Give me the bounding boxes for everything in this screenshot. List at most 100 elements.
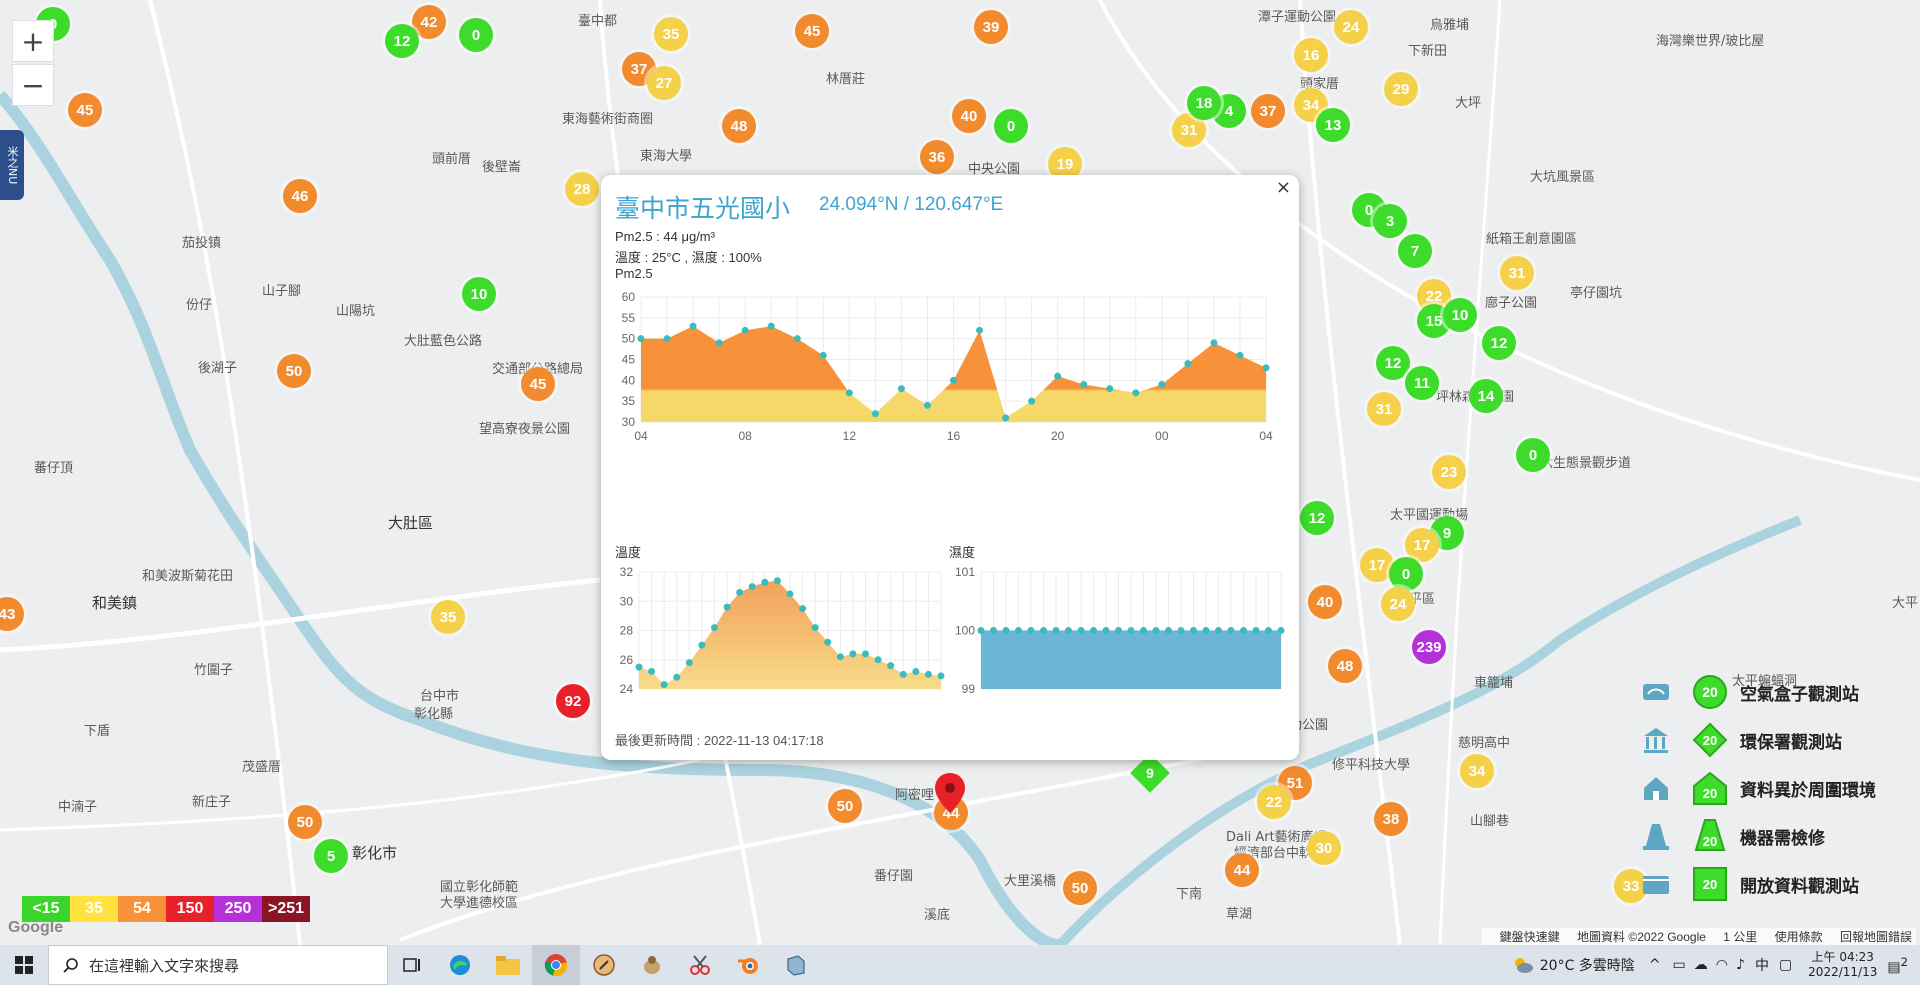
airbox-station-marker[interactable]: 31 [1500,256,1534,290]
3d-viewer-icon[interactable] [772,945,820,985]
airbox-station-marker[interactable]: 50 [288,805,322,839]
chrome-browser-icon[interactable] [532,945,580,985]
clock[interactable]: 上午 04:23 2022/11/13 [1808,950,1877,980]
airbox-station-marker[interactable]: 16 [1294,38,1328,72]
airbox-station-marker[interactable]: 28 [565,172,599,206]
scale-level: 250 [214,896,262,922]
volume-icon[interactable]: ♪ [1736,957,1745,973]
airbox-station-marker[interactable]: 50 [828,789,862,823]
airbox-station-marker[interactable]: 38 [1374,802,1408,836]
airbox-station-marker[interactable]: 14 [1469,379,1503,413]
keyboard-shortcuts-link[interactable]: 鍵盤快速鍵 [1500,930,1560,944]
airbox-station-marker[interactable]: 11 [1405,366,1439,400]
airbox-station-marker[interactable]: 3 [1373,204,1407,238]
legend-open-data[interactable]: 20 開放資料觀測站 [1640,864,1920,904]
airbox-station-marker[interactable]: 5 [314,839,348,873]
data-point [637,335,645,343]
start-button[interactable] [0,945,48,985]
data-point [635,663,643,671]
legend-label: 資料異於周圍環境 [1740,781,1876,801]
airbox-station-marker[interactable]: 45 [68,93,102,127]
airbox-station-marker[interactable]: 35 [431,600,465,634]
task-view-icon[interactable] [388,945,436,985]
airbox-station-marker[interactable]: 48 [722,109,756,143]
network-icon[interactable]: ☁ [1694,957,1708,973]
airbox-station-marker[interactable]: 29 [1384,72,1418,106]
place-label: 後湖子 [198,361,238,376]
airbox-station-marker[interactable]: 12 [1300,501,1334,535]
airbox-station-marker[interactable]: 0 [994,109,1028,143]
airbox-station-marker[interactable]: 13 [1316,108,1350,142]
weather-reading: 溫度 : 25°C , 濕度 : 100% [615,250,762,265]
airbox-station-marker[interactable]: 10 [462,277,496,311]
airbox-station-marker[interactable]: 24 [1381,587,1415,621]
airbox-station-marker[interactable]: 37 [1251,94,1285,128]
place-label: 後壁崙 [482,160,522,175]
airbox-station-marker[interactable]: 36 [920,140,954,174]
close-popup-button[interactable]: × [1276,177,1291,198]
place-label: 修平科技大學 [1332,758,1411,773]
temperature-chart-title: 溫度 [615,545,642,560]
airbox-station-marker[interactable]: 23 [1432,455,1466,489]
legend-anomaly[interactable]: 20 資料異於周圍環境 [1640,768,1920,808]
airbox-station-marker[interactable]: 12 [1376,346,1410,380]
airbox-station-marker[interactable]: 35 [654,17,688,51]
airbox-station-marker[interactable]: 24 [1334,10,1368,44]
place-label: 下新田 [1408,44,1448,59]
airbox-station-marker[interactable]: 45 [795,14,829,48]
scale-level: 54 [118,896,166,922]
airbox-station-marker[interactable]: 12 [1482,326,1516,360]
place-label: 望高寮夜景公園 [479,422,571,437]
airbox-station-marker[interactable]: 50 [277,354,311,388]
airbox-station-marker[interactable]: 0 [1516,438,1550,472]
airbox-station-marker[interactable]: 46 [283,179,317,213]
airbox-station-marker[interactable]: 27 [647,66,681,100]
airbox-station-marker[interactable]: 22 [1257,785,1291,819]
file-explorer-icon[interactable] [484,945,532,985]
airbox-station-marker[interactable]: 30 [1307,831,1341,865]
zoom-out-button[interactable]: − [12,64,54,106]
data-point [786,590,794,598]
animal-app-icon[interactable] [628,945,676,985]
airbox-station-marker[interactable]: 0 [459,18,493,52]
legend-maintenance[interactable]: 20 機器需檢修 [1640,816,1920,856]
legend-airbox[interactable]: 20 空氣盒子觀測站 [1640,672,1920,712]
airbox-station-marker[interactable]: 92 [556,684,590,718]
airbox-station-marker[interactable]: 239 [1412,630,1446,664]
scale-bar[interactable]: 1 公里 [1723,930,1757,944]
weather-text[interactable]: 20°C 多雲時陰 [1540,955,1635,975]
airbox-station-marker[interactable]: 10 [1443,298,1477,332]
battery-icon[interactable]: ▭ [1673,957,1686,973]
notification-icon[interactable]: ▤2 [1887,955,1908,976]
taskbar-search[interactable]: 在這裡輸入文字來搜尋 [48,945,388,985]
airbox-station-marker[interactable]: 40 [952,99,986,133]
side-panel-tab[interactable]: 米之NU [0,130,24,200]
report-error-link[interactable]: 回報地圖錯誤 [1840,930,1912,944]
airbox-station-marker[interactable]: 0 [1389,557,1423,591]
airbox-station-marker[interactable]: 39 [974,10,1008,44]
selected-location-pin-icon[interactable] [935,773,965,813]
airbox-station-marker[interactable]: 18 [1187,86,1221,120]
airbox-station-marker[interactable]: 12 [385,24,419,58]
airbox-station-marker[interactable]: 44 [1225,853,1259,887]
zoom-in-button[interactable]: + [12,20,54,62]
legend-epa[interactable]: 20 環保署觀測站 [1640,720,1920,760]
compass-app-icon[interactable] [580,945,628,985]
airbox-station-marker[interactable]: 45 [521,367,555,401]
wifi-icon[interactable]: ◠ [1716,957,1728,973]
airbox-station-marker[interactable]: 34 [1460,754,1494,788]
airbox-station-marker[interactable]: 40 [1308,585,1342,619]
edge-browser-icon[interactable] [436,945,484,985]
legend-label: 空氣盒子觀測站 [1740,685,1859,705]
chevron-up-icon[interactable]: ^ [1649,957,1661,973]
snipping-tool-icon[interactable] [676,945,724,985]
airbox-station-marker[interactable]: 48 [1328,649,1362,683]
airbox-station-marker[interactable]: 7 [1398,234,1432,268]
airbox-station-marker[interactable]: 50 [1063,871,1097,905]
ime-indicator[interactable]: 中 [1755,955,1769,975]
house-marker-icon: 20 [1693,771,1727,805]
ime-mode-icon[interactable]: ▢ [1779,957,1792,973]
terms-link[interactable]: 使用條款 [1775,930,1823,944]
airbox-station-marker[interactable]: 31 [1367,392,1401,426]
blender-icon[interactable] [724,945,772,985]
